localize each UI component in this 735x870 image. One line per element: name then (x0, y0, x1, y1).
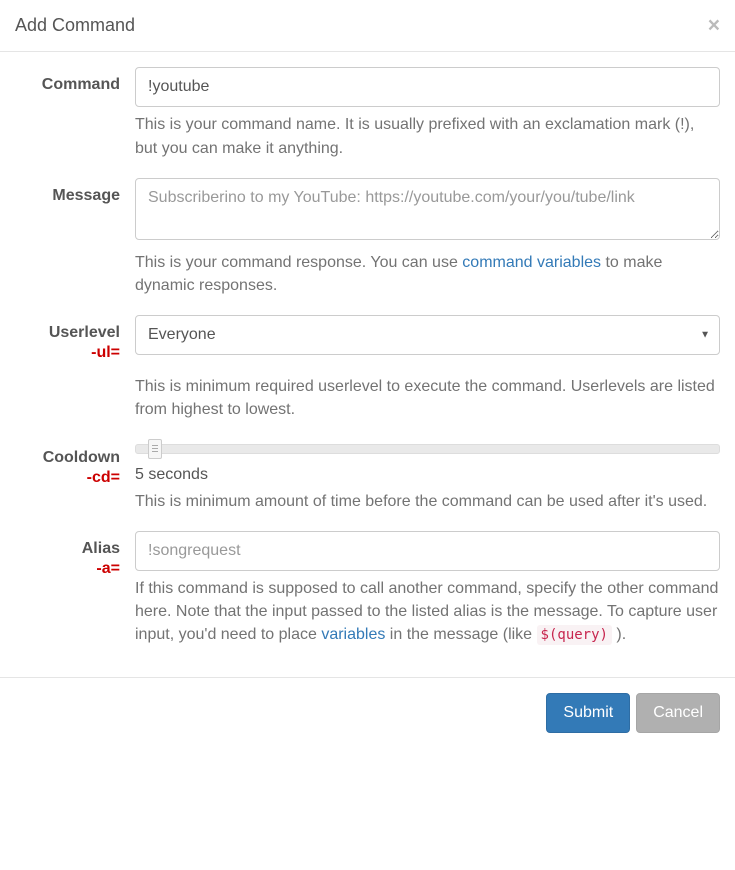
modal-footer: Submit Cancel (0, 677, 735, 749)
cancel-button[interactable]: Cancel (636, 693, 720, 734)
help-message: This is your command response. You can u… (135, 251, 720, 297)
col-alias: If this command is supposed to call anot… (135, 531, 720, 647)
help-alias: If this command is supposed to call anot… (135, 577, 720, 647)
label-command: Command (15, 67, 135, 160)
label-cooldown-text: Cooldown (43, 449, 120, 466)
slider-handle[interactable] (148, 439, 162, 459)
help-alias-mid: in the message (like (385, 626, 536, 643)
help-message-before: This is your command response. You can u… (135, 254, 462, 271)
row-message: Message This is your command response. Y… (15, 178, 720, 297)
label-message-text: Message (52, 187, 120, 204)
label-userlevel: Userlevel -ul= (15, 315, 135, 421)
cooldown-slider[interactable] (135, 440, 720, 454)
col-command: This is your command name. It is usually… (135, 67, 720, 160)
row-cooldown: Cooldown -cd= 5 seconds This is minimum … (15, 440, 720, 513)
col-userlevel: Everyone ▼ This is minimum required user… (135, 315, 720, 421)
userlevel-select[interactable]: Everyone (135, 315, 720, 355)
label-alias-text: Alias (82, 540, 120, 557)
userlevel-select-wrap: Everyone ▼ (135, 315, 720, 355)
command-input[interactable] (135, 67, 720, 107)
annotation-userlevel: -ul= (15, 344, 120, 362)
row-alias: Alias -a= If this command is supposed to… (15, 531, 720, 647)
alias-input[interactable] (135, 531, 720, 571)
help-command: This is your command name. It is usually… (135, 113, 720, 159)
modal-title: Add Command (15, 15, 135, 36)
query-code: $(query) (537, 625, 612, 645)
cooldown-value: 5 seconds (135, 466, 720, 484)
slider-track (135, 444, 720, 454)
col-cooldown: 5 seconds This is minimum amount of time… (135, 440, 720, 513)
annotation-cooldown: -cd= (15, 469, 120, 487)
label-cooldown: Cooldown -cd= (15, 440, 135, 513)
label-userlevel-text: Userlevel (49, 324, 120, 341)
modal-header: Add Command × (0, 0, 735, 52)
command-variables-link[interactable]: command variables (462, 254, 601, 271)
label-message: Message (15, 178, 135, 297)
help-userlevel: This is minimum required userlevel to ex… (135, 375, 720, 421)
label-alias: Alias -a= (15, 531, 135, 647)
modal-body: Command This is your command name. It is… (0, 52, 735, 677)
variables-link[interactable]: variables (321, 626, 385, 643)
close-button[interactable]: × (708, 15, 720, 36)
label-command-text: Command (42, 76, 120, 93)
col-message: This is your command response. You can u… (135, 178, 720, 297)
close-icon: × (708, 14, 720, 37)
message-textarea[interactable] (135, 178, 720, 240)
annotation-alias: -a= (15, 560, 120, 578)
help-cooldown: This is minimum amount of time before th… (135, 490, 720, 513)
row-userlevel: Userlevel -ul= Everyone ▼ This is minimu… (15, 315, 720, 421)
row-command: Command This is your command name. It is… (15, 67, 720, 160)
submit-button[interactable]: Submit (546, 693, 630, 734)
help-alias-after: ). (612, 626, 626, 643)
